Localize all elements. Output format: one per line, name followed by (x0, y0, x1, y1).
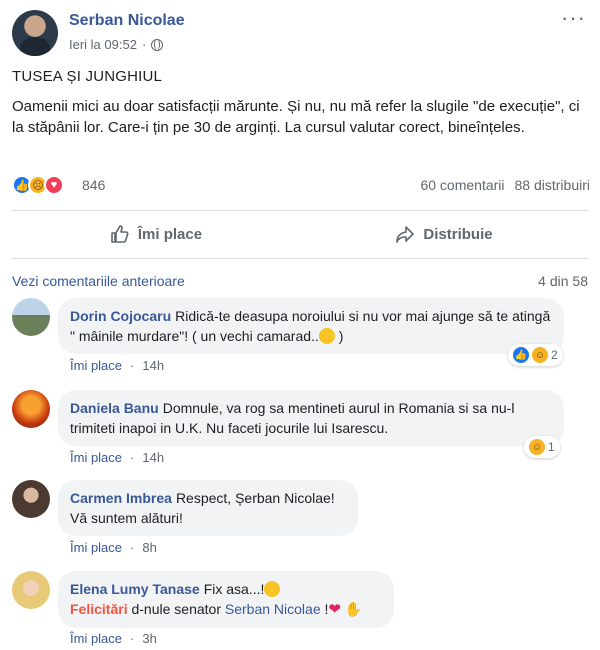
comment-like-link[interactable]: Îmi place (70, 540, 122, 555)
comment: Carmen Imbrea Respect, Șerban Nicolae! Vă… (12, 480, 592, 560)
comment-bubble: Daniela Banu Domnule, va rog sa mentineti… (58, 390, 564, 446)
comment-like-link[interactable]: Îmi place (70, 358, 122, 373)
author-avatar[interactable] (12, 10, 58, 56)
post-body: Oamenii mici au doar satisfacții mărunte… (12, 98, 580, 136)
comment-pagination: 4 din 58 (538, 273, 588, 289)
comment-footer: Îmi place · 8h (70, 540, 157, 555)
comment-reaction-count: 1 (548, 440, 555, 454)
share-arrow-icon (396, 226, 415, 243)
post-title: TUSEA ȘI JUNGHIUL (12, 68, 163, 85)
comment-like-link[interactable]: Îmi place (70, 631, 122, 646)
reactions-row: 👍 ☹ ♥ 846 60 comentarii 88 distribuiri (12, 174, 590, 196)
comment: Elena Lumy Tanase Fix asa...! Felicitări … (12, 571, 592, 649)
comment-text-line2: Vă suntem alături! (70, 510, 183, 526)
haha-reaction-icon: ☺ (529, 439, 545, 455)
commenter-name[interactable]: Elena Lumy Tanase (70, 581, 200, 597)
share-button[interactable]: Distribuie (300, 212, 588, 256)
smile-emoji (318, 328, 335, 344)
like-button[interactable]: Îmi place (12, 212, 300, 256)
comment-text-line2: d-nule senator (127, 601, 225, 617)
comment-footer: Îmi place · 3h (70, 631, 157, 646)
post-meta: Ieri la 09:52 · (69, 37, 164, 52)
sad-emoji (264, 581, 281, 597)
comment-text: Fix asa...! (203, 581, 265, 597)
globe-icon[interactable] (151, 38, 164, 51)
commenter-name[interactable]: Daniela Banu (70, 400, 159, 416)
post-actions: Îmi place Distribuie (12, 212, 588, 256)
thumbs-up-icon (111, 225, 129, 243)
view-previous-comments-link[interactable]: Vezi comentariile anterioare (12, 273, 185, 289)
comment-reaction-count: 2 (551, 348, 558, 362)
commenter-avatar[interactable] (12, 390, 50, 428)
comment-like-link[interactable]: Îmi place (70, 450, 122, 465)
felicitari-highlight: Felicitări (70, 601, 128, 617)
divider (12, 258, 588, 259)
mention-link[interactable]: Serban Nicolae (225, 601, 321, 617)
reaction-count[interactable]: 846 (82, 177, 105, 193)
comments-count[interactable]: 60 comentarii (420, 177, 504, 193)
commenter-avatar[interactable] (12, 298, 50, 336)
like-reaction-icon: 👍 (513, 347, 529, 363)
clap-emoji: ✋ (344, 601, 363, 617)
comment-bubble: Elena Lumy Tanase Fix asa...! Felicitări … (58, 571, 394, 628)
comment: Dorin Cojocaru Ridică-te deasupa noroiulu… (12, 298, 592, 378)
shares-count[interactable]: 88 distribuiri (515, 177, 590, 193)
comment-time[interactable]: 14h (142, 450, 164, 465)
share-button-label: Distribuie (423, 225, 493, 243)
post-header: Serban Nicolae Ieri la 09:52 · ··· (12, 7, 588, 58)
post-counts: 60 comentarii 88 distribuiri (420, 177, 590, 193)
comment: Daniela Banu Domnule, va rog sa mentineti… (12, 390, 592, 470)
comment-text: Respect, Șerban Nicolae! (175, 490, 335, 506)
comment-footer: Îmi place · 14h (70, 450, 165, 465)
comment-time[interactable]: 8h (142, 540, 156, 555)
commenter-name[interactable]: Carmen Imbrea (70, 490, 172, 506)
comment-bubble: Carmen Imbrea Respect, Șerban Nicolae! Vă… (58, 480, 358, 536)
divider (12, 210, 588, 211)
post-timestamp[interactable]: Ieri la 09:52 (69, 37, 137, 52)
comment-time[interactable]: 3h (142, 631, 156, 646)
commenter-avatar[interactable] (12, 480, 50, 518)
comment-time[interactable]: 14h (142, 358, 164, 373)
comment-footer: Îmi place · 14h (70, 358, 165, 373)
haha-reaction-icon: ☺ (532, 347, 548, 363)
more-icon[interactable]: ··· (561, 7, 586, 29)
comment-bubble: Dorin Cojocaru Ridică-te deasupa noroiulu… (58, 298, 564, 354)
heart-emoji: ❤ (328, 601, 341, 618)
like-button-label: Îmi place (137, 225, 203, 243)
love-reaction-icon: ♥ (44, 175, 64, 195)
reaction-icons[interactable]: 👍 ☹ ♥ (12, 175, 64, 195)
commenter-avatar[interactable] (12, 571, 50, 609)
author-name[interactable]: Serban Nicolae (69, 12, 185, 30)
commenter-name[interactable]: Dorin Cojocaru (70, 308, 171, 324)
comment-reactions[interactable]: ☺ 1 (524, 436, 560, 458)
comment-reactions[interactable]: 👍 ☺ 2 (508, 344, 563, 366)
